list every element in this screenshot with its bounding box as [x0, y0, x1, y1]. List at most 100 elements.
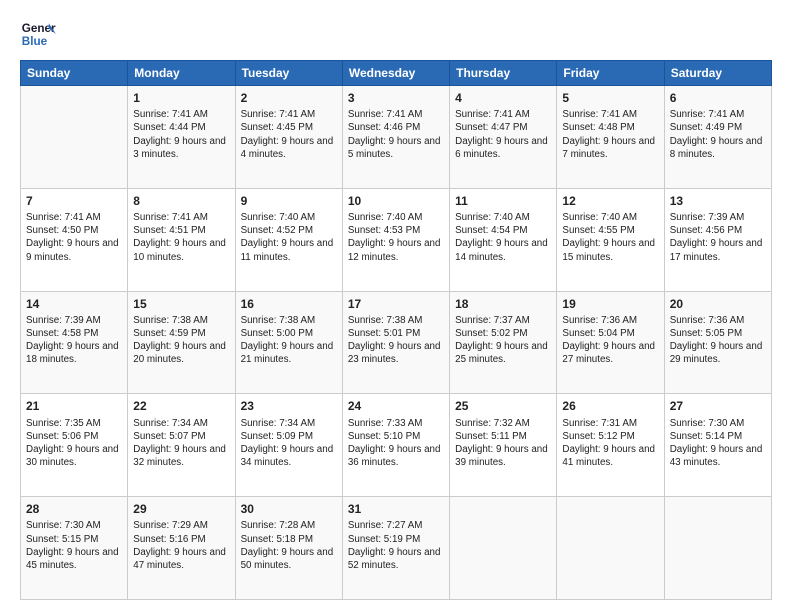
- calendar-cell: 29 Sunrise: 7:29 AM Sunset: 5:16 PM Dayli…: [128, 497, 235, 600]
- calendar-cell: 21 Sunrise: 7:35 AM Sunset: 5:06 PM Dayli…: [21, 394, 128, 497]
- cell-date: 24: [348, 398, 444, 414]
- calendar-cell: [21, 86, 128, 189]
- cell-info: Sunrise: 7:40 AM Sunset: 4:54 PM Dayligh…: [455, 211, 551, 264]
- cell-info: Sunrise: 7:35 AM Sunset: 5:06 PM Dayligh…: [26, 417, 122, 470]
- cell-date: 19: [562, 296, 658, 312]
- cell-date: 21: [26, 398, 122, 414]
- calendar-cell: 2 Sunrise: 7:41 AM Sunset: 4:45 PM Daylig…: [235, 86, 342, 189]
- col-header-wednesday: Wednesday: [342, 61, 449, 86]
- cell-date: 10: [348, 193, 444, 209]
- header: General Blue: [20, 16, 772, 52]
- calendar-cell: 31Sunrise: 7:27 AM Sunset: 5:19 PM Dayli…: [342, 497, 449, 600]
- calendar-cell: 15Sunrise: 7:38 AM Sunset: 4:59 PM Dayli…: [128, 291, 235, 394]
- cell-info: Sunrise: 7:41 AM Sunset: 4:44 PM Dayligh…: [133, 108, 229, 161]
- cell-date: 30: [241, 501, 337, 517]
- calendar-cell: 6 Sunrise: 7:41 AM Sunset: 4:49 PM Daylig…: [664, 86, 771, 189]
- logo-icon: General Blue: [20, 16, 56, 52]
- cell-info: Sunrise: 7:34 AM Sunset: 5:09 PM Dayligh…: [241, 417, 337, 470]
- cell-info: Sunrise: 7:33 AM Sunset: 5:10 PM Dayligh…: [348, 417, 444, 470]
- cell-info: Sunrise: 7:36 AM Sunset: 5:04 PM Dayligh…: [562, 314, 658, 367]
- cell-date: 23: [241, 398, 337, 414]
- calendar-week-0: 1 Sunrise: 7:41 AM Sunset: 4:44 PM Daylig…: [21, 86, 772, 189]
- calendar-cell: [450, 497, 557, 600]
- cell-info: Sunrise: 7:40 AM Sunset: 4:52 PM Dayligh…: [241, 211, 337, 264]
- cell-date: 28: [26, 501, 122, 517]
- cell-date: 12: [562, 193, 658, 209]
- cell-date: 25: [455, 398, 551, 414]
- cell-info: Sunrise: 7:30 AM Sunset: 5:15 PM Dayligh…: [26, 519, 122, 572]
- calendar-cell: 28 Sunrise: 7:30 AM Sunset: 5:15 PM Dayli…: [21, 497, 128, 600]
- col-header-tuesday: Tuesday: [235, 61, 342, 86]
- cell-info: Sunrise: 7:29 AM Sunset: 5:16 PM Dayligh…: [133, 519, 229, 572]
- calendar-cell: 1 Sunrise: 7:41 AM Sunset: 4:44 PM Daylig…: [128, 86, 235, 189]
- cell-info: Sunrise: 7:32 AM Sunset: 5:11 PM Dayligh…: [455, 417, 551, 470]
- svg-text:Blue: Blue: [22, 35, 48, 48]
- calendar-cell: 12 Sunrise: 7:40 AM Sunset: 4:55 PM Dayli…: [557, 188, 664, 291]
- col-header-monday: Monday: [128, 61, 235, 86]
- calendar-cell: 26 Sunrise: 7:31 AM Sunset: 5:12 PM Dayli…: [557, 394, 664, 497]
- calendar-cell: 24 Sunrise: 7:33 AM Sunset: 5:10 PM Dayli…: [342, 394, 449, 497]
- calendar-cell: 4 Sunrise: 7:41 AM Sunset: 4:47 PM Daylig…: [450, 86, 557, 189]
- cell-date: 13: [670, 193, 766, 209]
- cell-date: 1: [133, 90, 229, 106]
- col-header-thursday: Thursday: [450, 61, 557, 86]
- col-header-sunday: Sunday: [21, 61, 128, 86]
- calendar-cell: 18 Sunrise: 7:37 AM Sunset: 5:02 PM Dayli…: [450, 291, 557, 394]
- page: General Blue SundayMondayTuesdayWednesda…: [0, 0, 792, 612]
- calendar-cell: 10Sunrise: 7:40 AM Sunset: 4:53 PM Dayli…: [342, 188, 449, 291]
- cell-info: Sunrise: 7:36 AM Sunset: 5:05 PM Dayligh…: [670, 314, 766, 367]
- calendar-cell: 3Sunrise: 7:41 AM Sunset: 4:46 PM Daylig…: [342, 86, 449, 189]
- cell-info: Sunrise: 7:31 AM Sunset: 5:12 PM Dayligh…: [562, 417, 658, 470]
- calendar-cell: 19 Sunrise: 7:36 AM Sunset: 5:04 PM Dayli…: [557, 291, 664, 394]
- calendar-cell: 27 Sunrise: 7:30 AM Sunset: 5:14 PM Dayli…: [664, 394, 771, 497]
- cell-info: Sunrise: 7:41 AM Sunset: 4:51 PM Dayligh…: [133, 211, 229, 264]
- calendar-cell: [664, 497, 771, 600]
- cell-info: Sunrise: 7:39 AM Sunset: 4:58 PM Dayligh…: [26, 314, 122, 367]
- calendar-cell: 25 Sunrise: 7:32 AM Sunset: 5:11 PM Dayli…: [450, 394, 557, 497]
- cell-info: Sunrise: 7:28 AM Sunset: 5:18 PM Dayligh…: [241, 519, 337, 572]
- cell-info: Sunrise: 7:41 AM Sunset: 4:49 PM Dayligh…: [670, 108, 766, 161]
- calendar-header-row: SundayMondayTuesdayWednesdayThursdayFrid…: [21, 61, 772, 86]
- calendar-cell: [557, 497, 664, 600]
- calendar-cell: 7 Sunrise: 7:41 AM Sunset: 4:50 PM Daylig…: [21, 188, 128, 291]
- cell-date: 4: [455, 90, 551, 106]
- cell-date: 16: [241, 296, 337, 312]
- cell-info: Sunrise: 7:41 AM Sunset: 4:48 PM Dayligh…: [562, 108, 658, 161]
- cell-date: 26: [562, 398, 658, 414]
- calendar-cell: 14Sunrise: 7:39 AM Sunset: 4:58 PM Dayli…: [21, 291, 128, 394]
- cell-info: Sunrise: 7:41 AM Sunset: 4:46 PM Dayligh…: [348, 108, 444, 161]
- cell-date: 20: [670, 296, 766, 312]
- calendar-cell: 9 Sunrise: 7:40 AM Sunset: 4:52 PM Daylig…: [235, 188, 342, 291]
- cell-date: 18: [455, 296, 551, 312]
- calendar-cell: 23 Sunrise: 7:34 AM Sunset: 5:09 PM Dayli…: [235, 394, 342, 497]
- cell-date: 17: [348, 296, 444, 312]
- cell-info: Sunrise: 7:30 AM Sunset: 5:14 PM Dayligh…: [670, 417, 766, 470]
- col-header-friday: Friday: [557, 61, 664, 86]
- cell-date: 29: [133, 501, 229, 517]
- cell-date: 22: [133, 398, 229, 414]
- cell-info: Sunrise: 7:41 AM Sunset: 4:45 PM Dayligh…: [241, 108, 337, 161]
- cell-info: Sunrise: 7:41 AM Sunset: 4:47 PM Dayligh…: [455, 108, 551, 161]
- calendar-cell: 8Sunrise: 7:41 AM Sunset: 4:51 PM Daylig…: [128, 188, 235, 291]
- cell-date: 27: [670, 398, 766, 414]
- cell-date: 2: [241, 90, 337, 106]
- cell-info: Sunrise: 7:39 AM Sunset: 4:56 PM Dayligh…: [670, 211, 766, 264]
- cell-info: Sunrise: 7:27 AM Sunset: 5:19 PM Dayligh…: [348, 519, 444, 572]
- calendar-week-4: 28 Sunrise: 7:30 AM Sunset: 5:15 PM Dayli…: [21, 497, 772, 600]
- cell-date: 7: [26, 193, 122, 209]
- calendar-week-1: 7 Sunrise: 7:41 AM Sunset: 4:50 PM Daylig…: [21, 188, 772, 291]
- cell-info: Sunrise: 7:34 AM Sunset: 5:07 PM Dayligh…: [133, 417, 229, 470]
- cell-date: 6: [670, 90, 766, 106]
- col-header-saturday: Saturday: [664, 61, 771, 86]
- cell-date: 9: [241, 193, 337, 209]
- cell-date: 15: [133, 296, 229, 312]
- cell-info: Sunrise: 7:37 AM Sunset: 5:02 PM Dayligh…: [455, 314, 551, 367]
- cell-info: Sunrise: 7:41 AM Sunset: 4:50 PM Dayligh…: [26, 211, 122, 264]
- calendar-cell: 30 Sunrise: 7:28 AM Sunset: 5:18 PM Dayli…: [235, 497, 342, 600]
- logo: General Blue: [20, 16, 56, 52]
- calendar-week-3: 21 Sunrise: 7:35 AM Sunset: 5:06 PM Dayli…: [21, 394, 772, 497]
- calendar-cell: 22 Sunrise: 7:34 AM Sunset: 5:07 PM Dayli…: [128, 394, 235, 497]
- calendar-cell: 13 Sunrise: 7:39 AM Sunset: 4:56 PM Dayli…: [664, 188, 771, 291]
- calendar-cell: 17Sunrise: 7:38 AM Sunset: 5:01 PM Dayli…: [342, 291, 449, 394]
- cell-info: Sunrise: 7:40 AM Sunset: 4:55 PM Dayligh…: [562, 211, 658, 264]
